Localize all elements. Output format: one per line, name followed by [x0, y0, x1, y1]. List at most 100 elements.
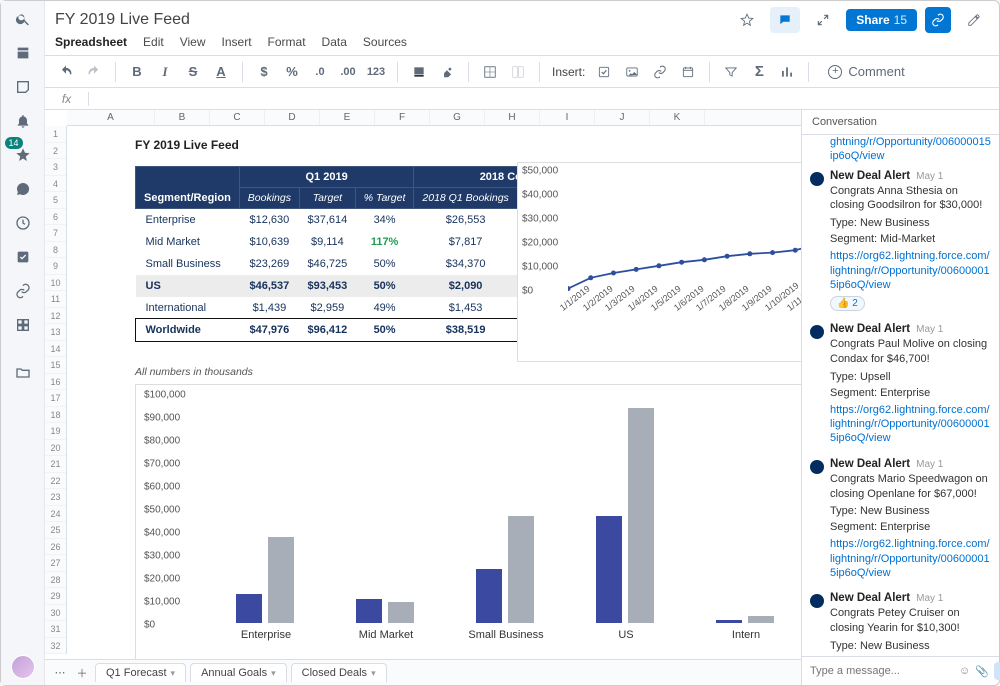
conversation-message: New Deal Alert May 1 Congrats Mario Speedw…	[810, 452, 991, 587]
checkbox-icon[interactable]	[593, 61, 615, 83]
percent-icon[interactable]: %	[281, 61, 303, 83]
spreadsheet: ABCDEFGHIJK 1234567891011121314151617181…	[45, 110, 801, 685]
image-icon[interactable]	[621, 61, 643, 83]
edit-icon[interactable]	[959, 7, 989, 33]
menu-edit[interactable]: Edit	[143, 35, 164, 49]
message-author: New Deal Alert	[830, 458, 910, 470]
message-segment: Segment: Enterprise	[830, 387, 991, 399]
message-date: May 1	[916, 593, 943, 604]
redo-icon[interactable]	[83, 61, 105, 83]
inbox-icon[interactable]	[11, 75, 35, 99]
fx-label: fx	[45, 92, 89, 106]
date-icon[interactable]	[677, 61, 699, 83]
tab-annual-goals[interactable]: Annual Goals▾	[190, 663, 287, 682]
menu-sources[interactable]: Sources	[363, 35, 407, 49]
strike-icon[interactable]: S	[182, 61, 204, 83]
italic-icon[interactable]: I	[154, 61, 176, 83]
chat-icon[interactable]	[11, 177, 35, 201]
link-icon[interactable]	[11, 279, 35, 303]
menu-insert[interactable]: Insert	[222, 35, 252, 49]
add-comment-button[interactable]: +Comment	[819, 60, 913, 83]
menu-data[interactable]: Data	[322, 35, 347, 49]
message-link[interactable]: ghtning/r/Opportunity/006000015ip6oQ/vie…	[810, 135, 991, 164]
column-headers: ABCDEFGHIJK	[67, 110, 801, 126]
message-body: Congrats Mario Speedwagon on closing Ope…	[830, 472, 991, 502]
message-date: May 1	[916, 171, 943, 182]
borders-icon[interactable]	[479, 61, 501, 83]
message-author: New Deal Alert	[830, 592, 910, 604]
sheet-title-cell: FY 2019 Live Feed	[135, 138, 239, 152]
toolbar: B I S A $ % .0 .00 123 Insert: Σ	[45, 55, 999, 88]
undo-icon[interactable]	[55, 61, 77, 83]
message-avatar	[810, 460, 824, 474]
main-area: FY 2019 Live Feed Share15 Spreadsheet Ed…	[45, 1, 999, 685]
hyperlink-icon[interactable]	[649, 61, 671, 83]
conversation-body[interactable]: ghtning/r/Opportunity/006000015ip6oQ/vie…	[802, 135, 999, 656]
fill-icon[interactable]	[408, 61, 430, 83]
dec-increase-icon[interactable]: .00	[337, 61, 359, 83]
message-body: Congrats Anna Sthesia on closing Goodsil…	[830, 184, 991, 214]
message-author: New Deal Alert	[830, 323, 910, 335]
tab-closed-deals[interactable]: Closed Deals▾	[291, 663, 387, 682]
message-body: Congrats Petey Cruiser on closing Yearin…	[830, 606, 991, 636]
copy-link-button[interactable]	[925, 7, 951, 33]
tabs-more-icon[interactable]: ⋯	[51, 664, 69, 682]
user-avatar[interactable]	[11, 655, 35, 679]
tasks-icon[interactable]	[11, 245, 35, 269]
message-author: New Deal Alert	[830, 170, 910, 182]
folder-icon[interactable]	[11, 361, 35, 385]
sheet-tabs: ⋯ ＋ Q1 Forecast▾ Annual Goals▾ Closed De…	[45, 659, 801, 685]
message-link[interactable]: https://org62.lightning.force.com/lightn…	[830, 403, 991, 446]
bell-icon[interactable]	[11, 109, 35, 133]
conversation-panel: Conversation ghtning/r/Opportunity/00600…	[801, 110, 999, 685]
message-link[interactable]: https://org62.lightning.force.com/lightn…	[830, 537, 991, 580]
share-button[interactable]: Share15	[846, 9, 917, 31]
chart-icon[interactable]	[776, 61, 798, 83]
app-root: 14 FY 2019 Live Feed Share15 Spreadsheet…	[0, 0, 1000, 686]
star-button[interactable]	[732, 7, 762, 33]
menu-spreadsheet[interactable]: Spreadsheet	[55, 35, 127, 49]
conversation-message: New Deal Alert May 1 Congrats Anna Sthesia…	[810, 164, 991, 318]
conversation-composer: ☺ 📎 Send	[802, 656, 999, 685]
bookings-vs-target-chart: $0$10,000$20,000$30,000$40,000$50,000$60…	[135, 384, 801, 659]
message-type: Type: New Business	[830, 505, 991, 517]
favorites-icon[interactable]: 14	[11, 143, 35, 167]
recent-icon[interactable]	[11, 211, 35, 235]
message-date: May 1	[916, 459, 943, 470]
formula-input[interactable]	[89, 92, 999, 106]
send-button[interactable]: Send	[994, 662, 1000, 680]
number-format-icon[interactable]: 123	[365, 61, 387, 83]
bookings-trend-chart: $0$10,000$20,000$30,000$40,000$50,0001/1…	[517, 162, 801, 362]
attach-icon[interactable]: 📎	[975, 665, 989, 678]
apps-icon[interactable]	[11, 313, 35, 337]
search-icon[interactable]	[11, 7, 35, 31]
currency-icon[interactable]: $	[253, 61, 275, 83]
home-icon[interactable]	[11, 41, 35, 65]
expand-icon[interactable]	[808, 7, 838, 33]
merge-icon[interactable]	[507, 61, 529, 83]
message-link[interactable]: https://org62.lightning.force.com/lightn…	[830, 249, 991, 292]
textcolor-icon[interactable]: A	[210, 61, 232, 83]
emoji-icon[interactable]: ☺	[959, 665, 970, 677]
message-type: Type: New Business	[830, 640, 991, 652]
dec-decrease-icon[interactable]: .0	[309, 61, 331, 83]
favorites-badge: 14	[5, 137, 23, 149]
menu-view[interactable]: View	[180, 35, 206, 49]
conversation-message: New Deal AlertMay 1Congrats Paul Molive …	[810, 317, 991, 452]
menu-format[interactable]: Format	[268, 35, 306, 49]
titlebar: FY 2019 Live Feed Share15	[45, 1, 999, 33]
doc-title[interactable]: FY 2019 Live Feed	[55, 11, 190, 29]
message-input[interactable]	[808, 664, 954, 678]
add-sheet-icon[interactable]: ＋	[73, 664, 91, 682]
reaction-pill[interactable]: 👍 2	[830, 296, 865, 311]
tab-q1-forecast[interactable]: Q1 Forecast▾	[95, 663, 186, 682]
bold-icon[interactable]: B	[126, 61, 148, 83]
message-avatar	[810, 594, 824, 608]
filter-icon[interactable]	[720, 61, 742, 83]
table-footnote: All numbers in thousands	[135, 366, 253, 378]
sum-icon[interactable]: Σ	[748, 61, 770, 83]
sheet-canvas[interactable]: FY 2019 Live Feed Segment/RegionQ1 20192…	[67, 126, 801, 659]
conversation-toggle[interactable]	[770, 7, 800, 33]
paint-icon[interactable]	[436, 61, 458, 83]
formula-bar: fx	[45, 88, 999, 110]
